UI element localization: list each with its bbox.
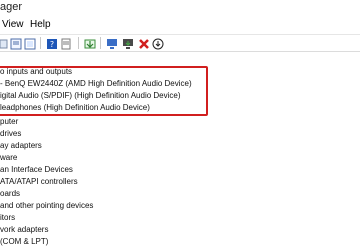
view-icon[interactable] <box>24 37 36 50</box>
tree-row-network-adapters[interactable]: vork adapters <box>0 224 48 236</box>
toolbar: ? <box>0 34 360 52</box>
tree-row-computer[interactable]: puter <box>0 116 18 128</box>
menu-view[interactable]: View <box>2 19 24 31</box>
menu-help[interactable]: Help <box>30 19 51 31</box>
tree-row-mice[interactable]: and other pointing devices <box>0 200 93 212</box>
monitor-icon[interactable] <box>106 37 118 49</box>
window-title: ager <box>0 1 23 13</box>
tree-row-keyboards[interactable]: oards <box>0 188 20 200</box>
tree-row-hid[interactable]: an Interface Devices <box>0 164 73 176</box>
back-icon[interactable] <box>0 37 8 49</box>
tree-row-ports[interactable]: (COM & LPT) <box>0 236 48 248</box>
svg-text:?: ? <box>50 40 54 49</box>
title-bar: ager <box>0 0 360 16</box>
tree-row-drives[interactable]: drives <box>0 128 21 140</box>
properties-icon[interactable] <box>10 37 22 50</box>
tree-row-display-adapters[interactable]: ay adapters <box>0 140 42 152</box>
tree-row-firmware[interactable]: ware <box>0 152 17 164</box>
update-driver-icon[interactable] <box>84 37 96 49</box>
tree-row-ide-ata[interactable]: ATA/ATAPI controllers <box>0 176 78 188</box>
help-icon[interactable]: ? <box>46 37 58 49</box>
highlight-box <box>0 66 208 116</box>
uninstall-icon[interactable] <box>138 37 150 49</box>
hidden-devices-icon[interactable] <box>60 37 72 50</box>
tree-row-monitors[interactable]: itors <box>0 212 15 224</box>
scan-hardware-icon[interactable] <box>152 37 164 50</box>
enable-device-icon[interactable] <box>122 37 134 49</box>
menu-bar: View Help <box>0 17 360 33</box>
